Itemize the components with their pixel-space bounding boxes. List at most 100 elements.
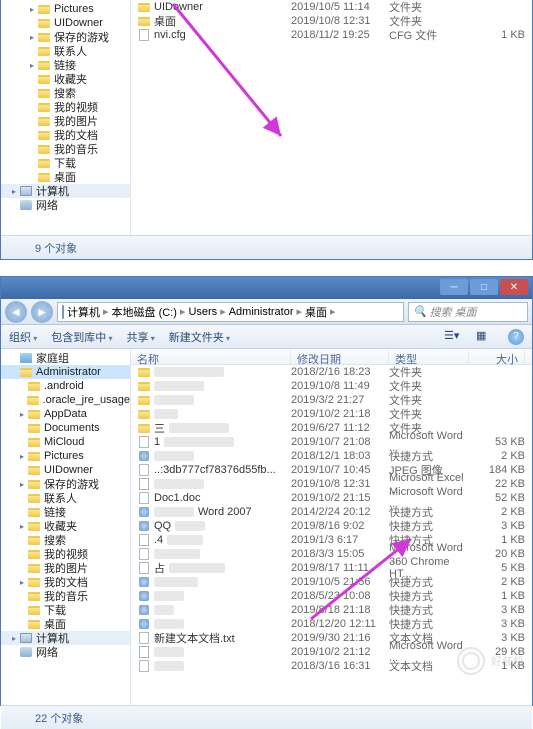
tree-item[interactable]: .oracle_jre_usage: [1, 393, 130, 407]
tree-item[interactable]: .android: [1, 379, 130, 393]
tree-item[interactable]: 搜索: [1, 86, 130, 100]
tree-item[interactable]: 桌面: [1, 170, 130, 184]
tree-item[interactable]: UIDowner: [1, 16, 130, 30]
titlebar[interactable]: ─ □ ✕: [1, 277, 532, 299]
expand-icon[interactable]: ▸: [17, 410, 27, 419]
tree-item[interactable]: 下载: [1, 156, 130, 170]
share-menu[interactable]: 共享: [127, 329, 155, 345]
tree-item[interactable]: ▸计算机: [1, 631, 130, 645]
breadcrumb-segment[interactable]: Administrator: [226, 306, 297, 318]
back-button[interactable]: ◄: [5, 301, 27, 323]
nav-tree[interactable]: 家庭组Administrator.android.oracle_jre_usag…: [1, 349, 131, 705]
tree-item[interactable]: ▸链接: [1, 58, 130, 72]
column-headers[interactable]: 名称 修改日期 类型 大小: [131, 349, 532, 365]
expand-icon[interactable]: ▸: [27, 61, 37, 70]
tree-item[interactable]: 下载: [1, 603, 130, 617]
file-row[interactable]: 2019/3/2 21:27文件夹: [131, 393, 532, 407]
tree-item[interactable]: ▸保存的游戏: [1, 30, 130, 44]
file-row[interactable]: nvi.cfg2018/11/2 19:25CFG 文件1 KB: [131, 28, 532, 42]
tree-item[interactable]: ▸保存的游戏: [1, 477, 130, 491]
tree-item[interactable]: 我的文档: [1, 128, 130, 142]
tree-item[interactable]: 网络: [1, 645, 130, 659]
file-row[interactable]: 2018/12/1 18:03快捷方式2 KB: [131, 449, 532, 463]
col-name[interactable]: 名称: [131, 349, 291, 364]
tree-item[interactable]: 搜索: [1, 533, 130, 547]
nav-tree[interactable]: ▸PicturesUIDowner▸保存的游戏联系人▸链接收藏夹搜索我的视频我的…: [1, 0, 131, 235]
address-bar[interactable]: 计算机▸本地磁盘 (C:)▸Users▸Administrator▸桌面▸: [57, 302, 404, 322]
tree-item[interactable]: 链接: [1, 505, 130, 519]
view-icon[interactable]: ☰▾: [444, 329, 462, 345]
tree-item[interactable]: ▸Pictures: [1, 2, 130, 16]
tree-item[interactable]: 我的图片: [1, 114, 130, 128]
close-button[interactable]: ✕: [500, 279, 528, 295]
file-row[interactable]: QQ2019/8/16 9:02快捷方式3 KB: [131, 519, 532, 533]
file-row[interactable]: UIDowner2019/10/5 11:14文件夹: [131, 0, 532, 14]
file-row[interactable]: ..:3db777cf78376d55fb...2019/10/7 10:45J…: [131, 463, 532, 477]
organize-menu[interactable]: 组织: [9, 329, 37, 345]
file-row[interactable]: 三2019/6/27 11:12文件夹: [131, 421, 532, 435]
maximize-button[interactable]: □: [470, 279, 498, 295]
tree-item[interactable]: 桌面: [1, 617, 130, 631]
file-row[interactable]: 12019/10/7 21:08Microsoft Word ...53 KB: [131, 435, 532, 449]
preview-pane-icon[interactable]: ▦: [476, 329, 494, 345]
file-row[interactable]: 2019/8/18 21:18快捷方式3 KB: [131, 603, 532, 617]
file-row[interactable]: 新建文本文档.txt2019/9/30 21:16文本文档3 KB: [131, 631, 532, 645]
tree-item[interactable]: 我的音乐: [1, 589, 130, 603]
file-row[interactable]: Word 20072014/2/24 20:12快捷方式2 KB: [131, 505, 532, 519]
expand-icon[interactable]: ▸: [17, 480, 27, 489]
expand-icon[interactable]: ▸: [17, 452, 27, 461]
tree-item[interactable]: 网络: [1, 198, 130, 212]
breadcrumb-segment[interactable]: Users: [185, 306, 220, 318]
file-row[interactable]: 2018/12/20 12:11快捷方式3 KB: [131, 617, 532, 631]
minimize-button[interactable]: ─: [440, 279, 468, 295]
col-size[interactable]: 大小: [469, 349, 525, 364]
tree-item[interactable]: ▸我的文档: [1, 575, 130, 589]
tree-item[interactable]: Administrator: [1, 365, 130, 379]
expand-icon[interactable]: ▸: [27, 33, 37, 42]
tree-item[interactable]: MiCloud: [1, 435, 130, 449]
col-type[interactable]: 类型: [389, 349, 469, 364]
tree-item[interactable]: 我的图片: [1, 561, 130, 575]
expand-icon[interactable]: ▸: [17, 522, 27, 531]
file-row[interactable]: 2019/10/5 21:56快捷方式2 KB: [131, 575, 532, 589]
forward-button[interactable]: ►: [31, 301, 53, 323]
tree-item[interactable]: 联系人: [1, 491, 130, 505]
breadcrumb-segment[interactable]: 计算机: [64, 304, 103, 320]
breadcrumb-sep-icon[interactable]: ▸: [330, 305, 336, 318]
file-rows[interactable]: UIDowner2019/10/5 11:14文件夹桌面2019/10/8 12…: [131, 0, 532, 42]
tree-item[interactable]: UIDowner: [1, 463, 130, 477]
tree-item[interactable]: 家庭组: [1, 351, 130, 365]
tree-item[interactable]: Documents: [1, 421, 130, 435]
new-folder-button[interactable]: 新建文件夹: [169, 329, 230, 345]
include-library-menu[interactable]: 包含到库中: [51, 329, 112, 345]
file-row[interactable]: 2018/2/16 18:23文件夹: [131, 365, 532, 379]
tree-item[interactable]: 我的视频: [1, 547, 130, 561]
tree-item[interactable]: 联系人: [1, 44, 130, 58]
breadcrumb-segment[interactable]: 本地磁盘 (C:): [109, 304, 180, 320]
tree-item[interactable]: ▸AppData: [1, 407, 130, 421]
tree-item[interactable]: ▸收藏夹: [1, 519, 130, 533]
file-row[interactable]: 2019/10/8 11:49文件夹: [131, 379, 532, 393]
col-date[interactable]: 修改日期: [291, 349, 389, 364]
search-input[interactable]: 🔍 搜索 桌面: [408, 302, 528, 322]
tree-item[interactable]: 收藏夹: [1, 72, 130, 86]
expand-icon[interactable]: ▸: [9, 634, 19, 643]
expand-icon[interactable]: ▸: [17, 578, 27, 587]
file-row[interactable]: 2018/5/23 10:08快捷方式1 KB: [131, 589, 532, 603]
file-rows[interactable]: 2018/2/16 18:23文件夹2019/10/8 11:49文件夹2019…: [131, 365, 532, 673]
file-row[interactable]: 2019/10/8 12:31Microsoft Excel ...22 KB: [131, 477, 532, 491]
file-row[interactable]: 2018/3/3 15:05Microsoft Word ...20 KB: [131, 547, 532, 561]
expand-icon[interactable]: ▸: [9, 187, 19, 196]
tree-item[interactable]: 我的视频: [1, 100, 130, 114]
file-row[interactable]: 桌面2019/10/8 12:31文件夹: [131, 14, 532, 28]
file-row[interactable]: 2019/10/2 21:18文件夹: [131, 407, 532, 421]
help-icon[interactable]: ?: [508, 329, 524, 345]
file-row[interactable]: 占2019/8/17 11:11360 Chrome HT...5 KB: [131, 561, 532, 575]
file-row[interactable]: Doc1.doc2019/10/2 21:15Microsoft Word ..…: [131, 491, 532, 505]
file-row[interactable]: .42019/1/3 6:17快捷方式1 KB: [131, 533, 532, 547]
tree-item[interactable]: ▸Pictures: [1, 449, 130, 463]
breadcrumb-segment[interactable]: 桌面: [302, 304, 330, 320]
tree-item[interactable]: 我的音乐: [1, 142, 130, 156]
tree-item[interactable]: ▸计算机: [1, 184, 130, 198]
expand-icon[interactable]: ▸: [27, 5, 37, 14]
